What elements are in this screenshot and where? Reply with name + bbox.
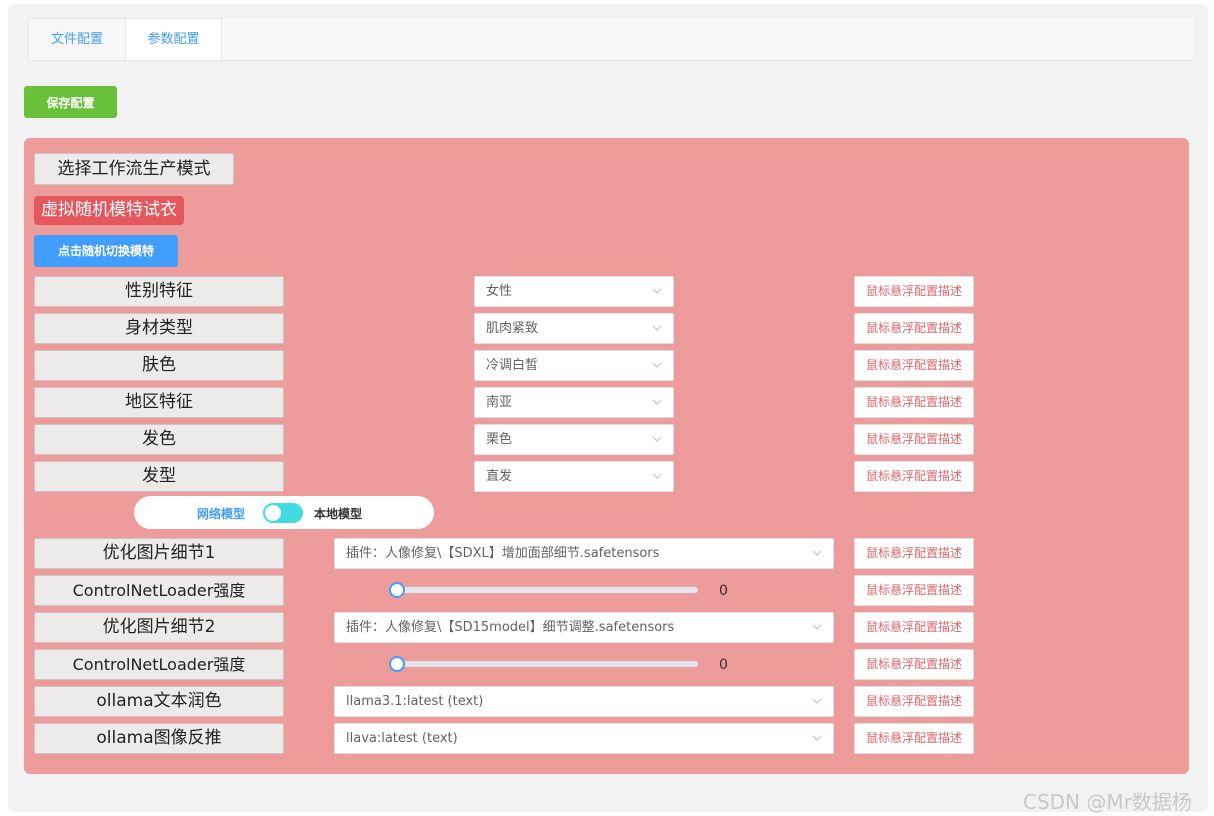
chevron-down-icon [652,473,662,479]
desc-button-detail-1[interactable]: 鼠标悬浮配置描述 [854,538,974,569]
select-ollama-image[interactable]: llava:latest (text) [334,723,834,754]
desc-button-controlnet-1[interactable]: 鼠标悬浮配置描述 [854,575,974,606]
label-detail-1: 优化图片细节1 [34,538,284,569]
select-gender-value: 女性 [486,284,513,299]
chevron-down-icon [812,735,822,741]
desc-button-skin-color[interactable]: 鼠标悬浮配置描述 [854,350,974,381]
select-skin-color[interactable]: 冷调白皙 [474,350,674,381]
desc-button-controlnet-2[interactable]: 鼠标悬浮配置描述 [854,649,974,680]
select-hair-color-value: 栗色 [486,432,513,447]
desc-button-hair-color[interactable]: 鼠标悬浮配置描述 [854,424,974,455]
select-region-value: 南亚 [486,395,513,410]
label-controlnet-strength-1: ControlNetLoader强度 [34,575,284,606]
select-body-type[interactable]: 肌肉紧致 [474,313,674,344]
switch-knob [265,505,281,521]
select-gender[interactable]: 女性 [474,276,674,307]
controlnet-strength-1-value: 0 [719,583,728,599]
save-button[interactable]: 保存配置 [24,86,117,118]
desc-button-region[interactable]: 鼠标悬浮配置描述 [854,387,974,418]
tab-file-config[interactable]: 文件配置 [28,18,126,59]
chevron-down-icon [812,698,822,704]
select-region[interactable]: 南亚 [474,387,674,418]
label-body-type: 身材类型 [34,313,284,344]
select-detail-1[interactable]: 插件：人像修复\【SDXL】增加面部细节.safetensors [334,538,834,569]
select-ollama-text[interactable]: llama3.1:latest (text) [334,686,834,717]
desc-button-body-type[interactable]: 鼠标悬浮配置描述 [854,313,974,344]
select-ollama-image-value: llava:latest (text) [346,731,458,746]
label-ollama-text: ollama文本润色 [34,686,284,717]
toggle-local-label[interactable]: 本地模型 [314,505,362,522]
select-detail-2-value: 插件：人像修复\【SD15model】细节调整.safetensors [346,620,675,635]
label-hair-color: 发色 [34,424,284,455]
label-skin-color: 肤色 [34,350,284,381]
select-detail-1-value: 插件：人像修复\【SDXL】增加面部细节.safetensors [346,546,660,561]
desc-button-detail-2[interactable]: 鼠标悬浮配置描述 [854,612,974,643]
select-ollama-text-value: llama3.1:latest (text) [346,694,484,709]
mode-badge: 虚拟随机模特试衣 [34,196,184,225]
chevron-down-icon [652,436,662,442]
label-detail-2: 优化图片细节2 [34,612,284,643]
model-source-toggle: 网络模型 本地模型 [134,496,434,529]
random-model-button[interactable]: 点击随机切换模特 [34,235,178,267]
desc-button-hair-style[interactable]: 鼠标悬浮配置描述 [854,461,974,492]
chevron-down-icon [652,325,662,331]
tab-param-config[interactable]: 参数配置 [125,18,222,60]
label-controlnet-strength-2: ControlNetLoader强度 [34,649,284,680]
desc-button-gender[interactable]: 鼠标悬浮配置描述 [854,276,974,307]
watermark: CSDN @Mr数据杨 [1023,790,1192,814]
select-skin-color-value: 冷调白皙 [486,358,539,373]
controlnet-strength-1-knob[interactable] [389,582,405,598]
select-hair-style-value: 直发 [486,469,513,484]
label-region: 地区特征 [34,387,284,418]
controlnet-strength-2-track[interactable] [398,661,698,667]
label-gender: 性别特征 [34,276,284,307]
tab-bar: 文件配置 参数配置 [28,18,1193,61]
controlnet-strength-2-knob[interactable] [389,656,405,672]
select-hair-color[interactable]: 栗色 [474,424,674,455]
model-source-switch[interactable] [263,503,303,523]
chevron-down-icon [652,362,662,368]
desc-button-ollama-image[interactable]: 鼠标悬浮配置描述 [854,723,974,754]
workflow-mode-button[interactable]: 选择工作流生产模式 [34,153,234,185]
label-ollama-image: ollama图像反推 [34,723,284,754]
desc-button-ollama-text[interactable]: 鼠标悬浮配置描述 [854,686,974,717]
select-hair-style[interactable]: 直发 [474,461,674,492]
controlnet-strength-1-track[interactable] [398,587,698,593]
chevron-down-icon [652,288,662,294]
chevron-down-icon [812,624,822,630]
toggle-network-label[interactable]: 网络模型 [197,505,245,522]
chevron-down-icon [812,550,822,556]
select-body-type-value: 肌肉紧致 [486,321,539,336]
select-detail-2[interactable]: 插件：人像修复\【SD15model】细节调整.safetensors [334,612,834,643]
controlnet-strength-2-value: 0 [719,657,728,673]
chevron-down-icon [652,399,662,405]
label-hair-style: 发型 [34,461,284,492]
